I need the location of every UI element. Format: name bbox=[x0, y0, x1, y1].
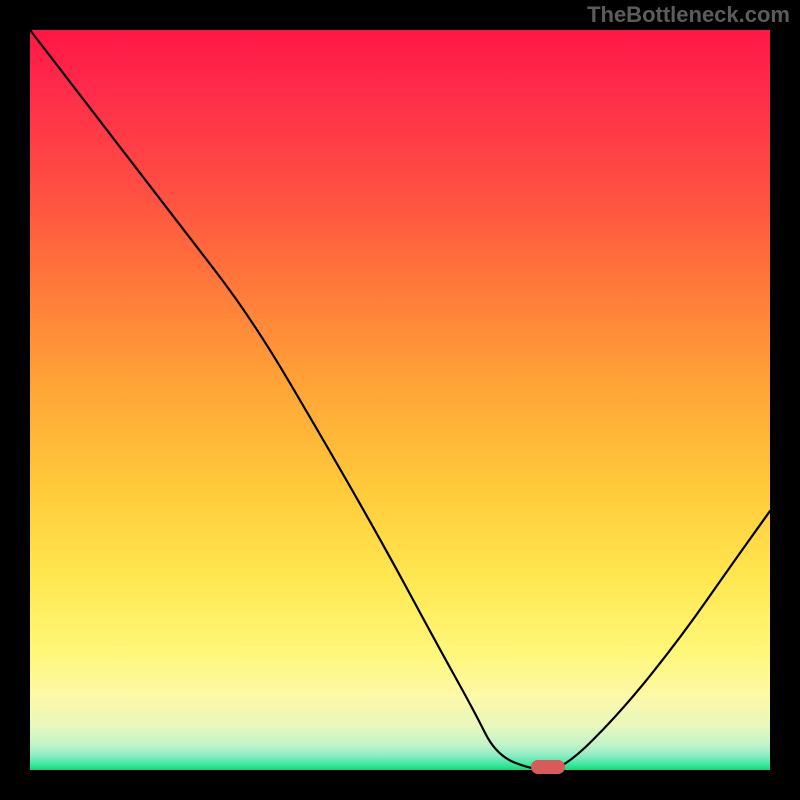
plot-area bbox=[30, 30, 770, 770]
optimal-marker bbox=[531, 760, 565, 774]
curve-path bbox=[30, 30, 770, 770]
chart-container: TheBottleneck.com bbox=[0, 0, 800, 800]
watermark-text: TheBottleneck.com bbox=[587, 2, 790, 28]
bottleneck-curve bbox=[30, 30, 770, 770]
